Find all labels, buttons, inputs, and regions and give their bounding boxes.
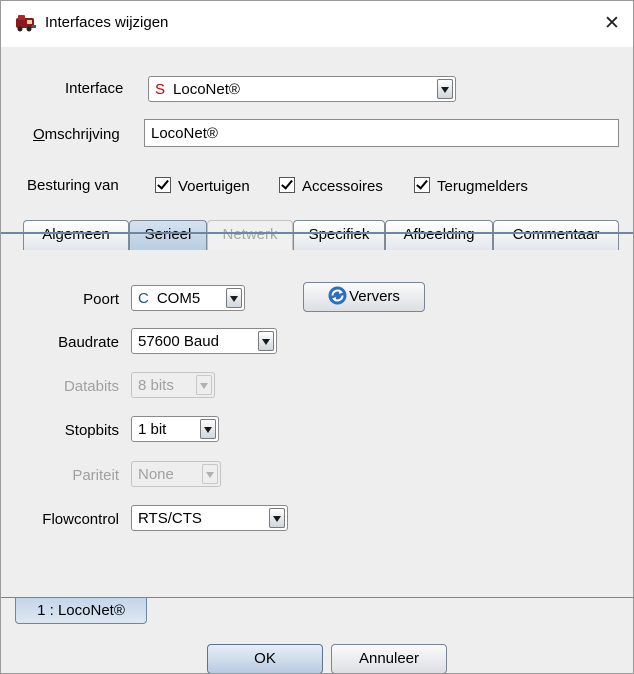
locomotive-app-icon: [15, 13, 37, 33]
tab-specifiek[interactable]: Specifiek: [293, 220, 385, 250]
ok-button[interactable]: OK: [207, 644, 323, 673]
chevron-down-icon[interactable]: [258, 331, 274, 351]
tab-separator: [1, 232, 633, 234]
stopbits-select[interactable]: 1 bit: [131, 416, 219, 442]
description-field[interactable]: LocoNet®: [144, 119, 619, 147]
port-select[interactable]: C COM5: [131, 285, 245, 311]
interface-select[interactable]: S LocoNet®: [148, 76, 456, 102]
parity-label: Pariteit: [72, 467, 119, 484]
control-label: Besturing van: [27, 177, 119, 194]
checkbox-checked-icon: [155, 177, 171, 193]
dialog-window: Interfaces wijzigen ✕ Interface S LocoNet…: [0, 0, 634, 674]
checkbox-vehicles[interactable]: Voertuigen: [155, 177, 250, 195]
databits-select-value: 8 bits: [138, 377, 174, 394]
checkbox-feedback[interactable]: Terugmelders: [414, 177, 528, 195]
baudrate-select[interactable]: 57600 Baud: [131, 328, 277, 354]
flowcontrol-label: Flowcontrol: [42, 511, 119, 528]
description-field-value: LocoNet®: [151, 125, 218, 142]
tab-netwerk: Netwerk: [207, 220, 293, 250]
checkbox-checked-icon: [414, 177, 430, 193]
close-icon[interactable]: ✕: [597, 9, 627, 39]
refresh-button[interactable]: Ververs: [303, 282, 425, 312]
tab-afbeelding[interactable]: Afbeelding: [385, 220, 493, 250]
interface-list-tab[interactable]: 1 : LocoNet®: [15, 598, 147, 624]
interface-type-badge: S: [155, 81, 166, 98]
flowcontrol-select[interactable]: RTS/CTS: [131, 505, 288, 531]
chevron-down-icon: [202, 464, 218, 484]
chevron-down-icon[interactable]: [269, 508, 285, 528]
databits-label: Databits: [63, 378, 119, 395]
window-title: Interfaces wijzigen: [45, 14, 169, 31]
checkbox-checked-icon: [279, 177, 295, 193]
tab-algemeen[interactable]: Algemeen: [23, 220, 129, 250]
port-type-badge: C: [138, 290, 149, 307]
chevron-down-icon: [196, 375, 212, 395]
tab-serieel[interactable]: Serieel: [129, 220, 207, 250]
baudrate-select-value: 57600 Baud: [138, 333, 219, 350]
parity-select-value: None: [138, 466, 174, 483]
interface-label: Interface: [65, 80, 124, 97]
flowcontrol-select-value: RTS/CTS: [138, 510, 202, 527]
refresh-button-label: Ververs: [349, 288, 400, 305]
port-label: Poort: [83, 291, 119, 308]
description-label: Omschrijving: [33, 126, 120, 143]
parity-select: None: [131, 461, 221, 487]
title-bar: Interfaces wijzigen ✕: [1, 1, 633, 47]
baudrate-label: Baudrate: [58, 334, 119, 351]
refresh-icon: [328, 286, 347, 305]
stopbits-select-value: 1 bit: [138, 421, 167, 438]
interface-select-value: LocoNet®: [173, 81, 240, 98]
stopbits-label: Stopbits: [64, 422, 119, 439]
dialog-content: Interface S LocoNet® Omschrijving LocoNet…: [1, 47, 633, 673]
tab-commentaar[interactable]: Commentaar: [493, 220, 619, 250]
checkbox-accessories[interactable]: Accessoires: [279, 177, 383, 195]
chevron-down-icon[interactable]: [200, 419, 216, 439]
chevron-down-icon[interactable]: [437, 79, 453, 99]
chevron-down-icon[interactable]: [226, 288, 242, 308]
databits-select: 8 bits: [131, 372, 215, 398]
cancel-button[interactable]: Annuleer: [331, 644, 447, 673]
port-select-value: COM5: [156, 290, 201, 307]
